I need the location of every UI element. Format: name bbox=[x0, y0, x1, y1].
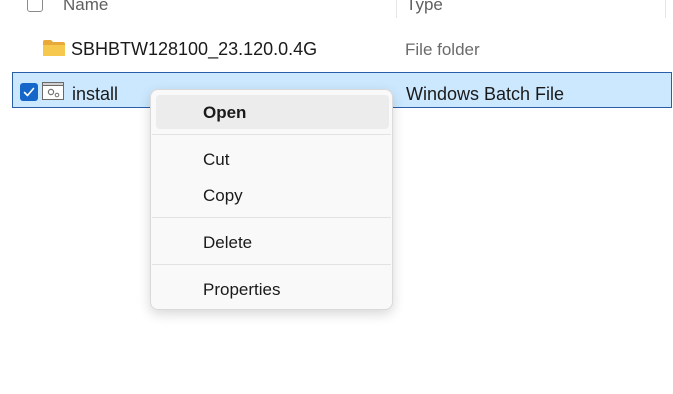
menu-item-label: Open bbox=[203, 103, 247, 122]
checkmark-icon bbox=[23, 87, 35, 97]
menu-separator bbox=[152, 264, 391, 265]
column-header-type[interactable]: Type bbox=[406, 0, 443, 15]
menu-item-label: Properties bbox=[203, 280, 281, 299]
menu-item-open[interactable]: Open bbox=[156, 95, 389, 129]
menu-item-delete[interactable]: Delete bbox=[156, 225, 389, 259]
menu-item-label: Cut bbox=[203, 150, 230, 169]
file-name: install bbox=[72, 84, 119, 104]
file-name: SBHBTW128100_23.120.0.4G bbox=[71, 39, 318, 59]
column-divider[interactable] bbox=[396, 0, 397, 18]
column-header-name[interactable]: Name bbox=[63, 0, 108, 15]
menu-separator bbox=[152, 217, 391, 218]
select-all-checkbox[interactable] bbox=[27, 0, 43, 12]
menu-item-cut[interactable]: Cut bbox=[156, 142, 389, 176]
menu-separator bbox=[152, 134, 391, 135]
batch-file-icon bbox=[42, 82, 64, 100]
context-menu: Open Cut Copy Delete Properties bbox=[150, 89, 393, 310]
menu-item-label: Copy bbox=[203, 186, 243, 205]
file-type: File folder bbox=[405, 40, 480, 59]
column-divider[interactable] bbox=[665, 0, 666, 18]
menu-item-copy[interactable]: Copy bbox=[156, 178, 389, 212]
column-header-row: Name Type bbox=[0, 0, 673, 18]
menu-item-properties[interactable]: Properties bbox=[156, 272, 389, 306]
folder-icon bbox=[43, 40, 65, 56]
menu-item-label: Delete bbox=[203, 233, 253, 252]
file-type: Windows Batch File bbox=[406, 84, 565, 104]
row-checkbox-checked[interactable] bbox=[20, 83, 38, 101]
file-row-folder[interactable]: SBHBTW128100_23.120.0.4G File folder bbox=[12, 31, 672, 67]
